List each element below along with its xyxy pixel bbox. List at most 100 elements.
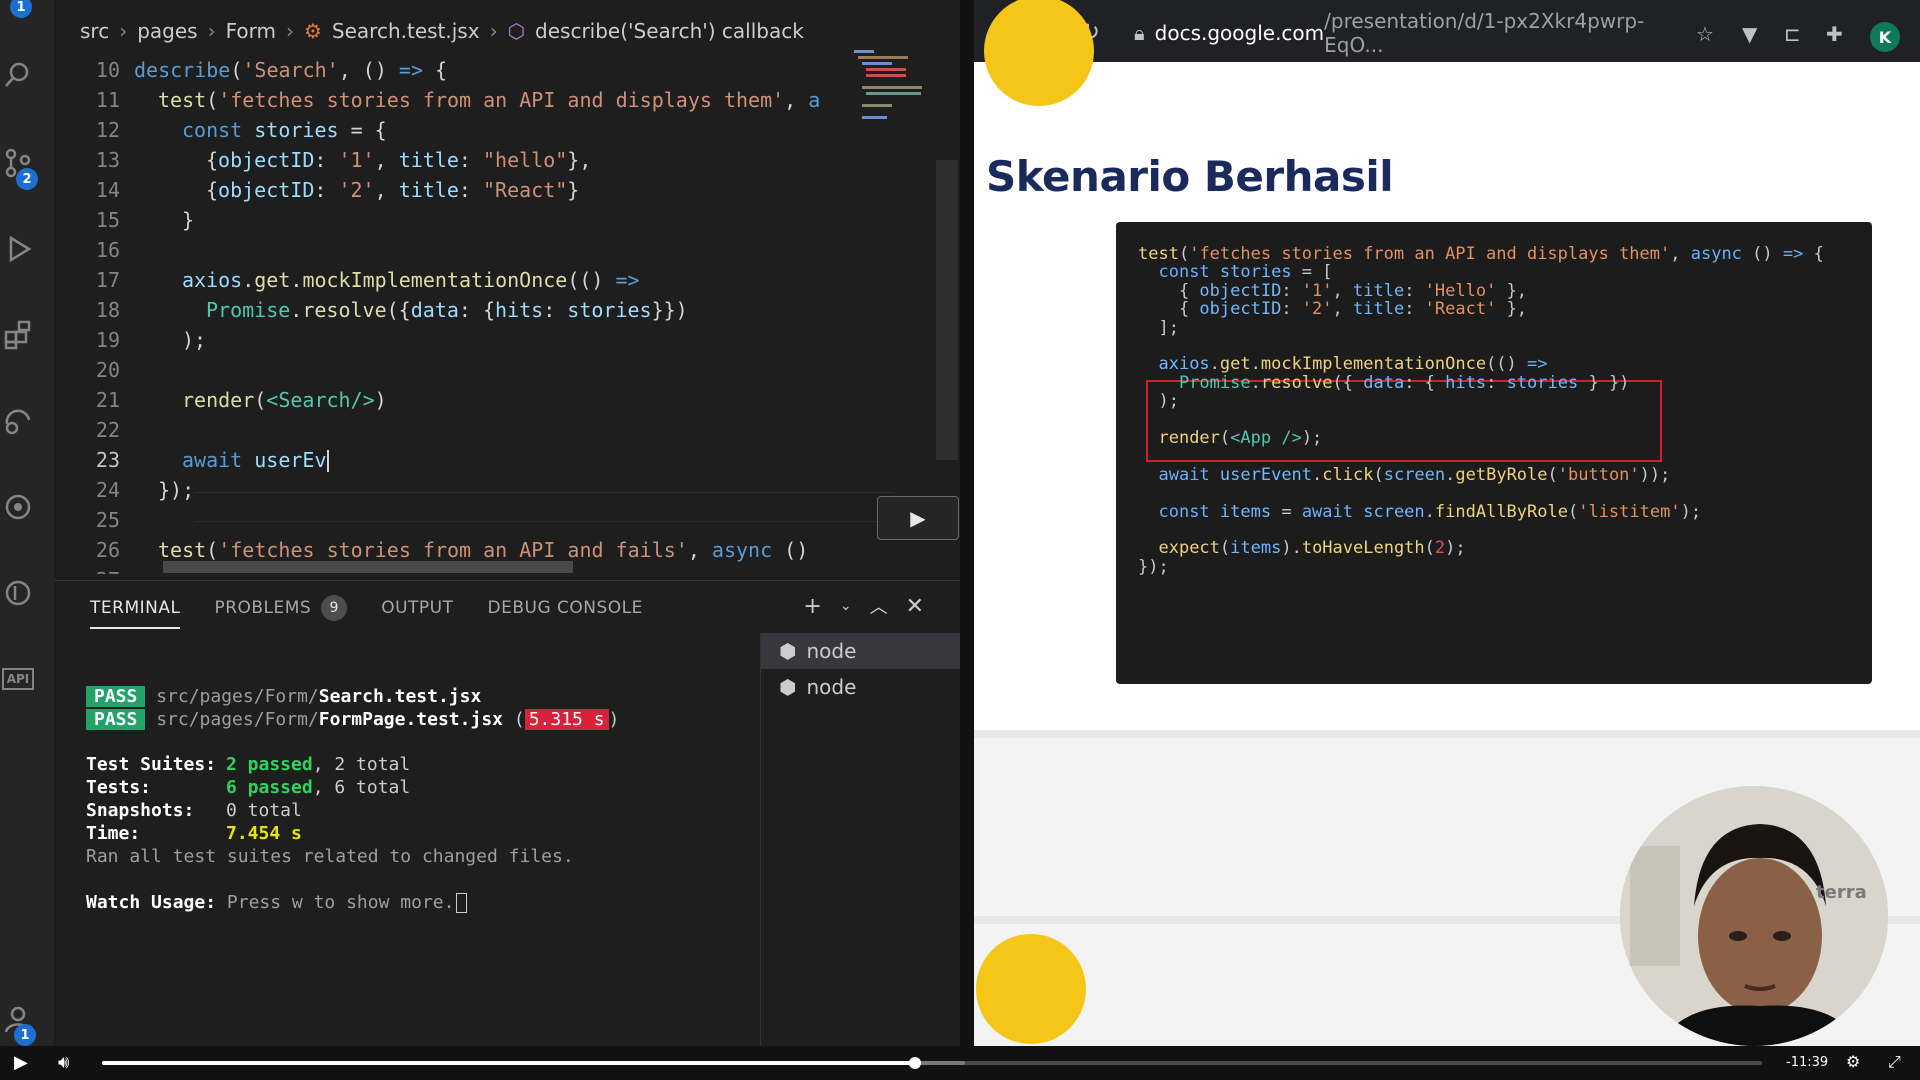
code-token: mockImplementationOnce bbox=[302, 268, 568, 292]
slide-code-token: axios bbox=[1158, 354, 1210, 375]
terminal-item-node[interactable]: ⬢ node bbox=[761, 669, 960, 705]
line-number: 11 bbox=[95, 88, 120, 112]
code-token: resolve bbox=[302, 298, 387, 322]
seek-bar[interactable] bbox=[102, 1057, 1762, 1069]
profile-avatar[interactable]: K bbox=[1870, 22, 1900, 52]
terminal-item-node[interactable]: ⬢ node bbox=[761, 633, 960, 669]
extension-v-icon[interactable]: ▼ bbox=[1742, 22, 1757, 46]
line-number: 13 bbox=[95, 148, 120, 172]
file2-name: FormPage.test.jsx bbox=[318, 709, 503, 730]
tests-passed: 6 passed bbox=[226, 777, 313, 798]
code-line[interactable]: 19); bbox=[54, 325, 960, 355]
code-line[interactable]: 10 describe('Search', () => { bbox=[54, 55, 960, 85]
slide-code-token: }, bbox=[1496, 299, 1528, 320]
code-line[interactable]: 16 bbox=[54, 235, 960, 265]
kubernetes-icon[interactable] bbox=[0, 486, 36, 528]
code-line[interactable]: 12 const stories = { bbox=[54, 115, 960, 145]
breadcrumb-item-file[interactable]: Search.test.jsx bbox=[332, 19, 480, 43]
code-token: . bbox=[290, 268, 303, 292]
video-play-button[interactable]: ▶ bbox=[877, 496, 959, 540]
slide-code-token: { bbox=[1138, 299, 1200, 320]
fullscreen-icon[interactable]: ⤢ bbox=[1888, 1052, 1901, 1072]
new-terminal-icon[interactable]: + bbox=[803, 594, 821, 619]
code-line[interactable]: 11 test('fetches stories from an API and … bbox=[54, 85, 960, 115]
code-line[interactable]: 20 bbox=[54, 355, 960, 385]
run-debug-icon[interactable] bbox=[0, 228, 36, 270]
extensions-puzzle-icon[interactable]: ✚ bbox=[1826, 22, 1843, 46]
code-line[interactable]: 23 await userEv bbox=[54, 445, 960, 475]
code-line[interactable]: 15} bbox=[54, 205, 960, 235]
slide-code-token: { bbox=[1803, 244, 1824, 264]
code-token: hits bbox=[495, 298, 544, 322]
code-token: : bbox=[314, 178, 339, 202]
code-text: } bbox=[182, 208, 194, 232]
slide-divider bbox=[974, 730, 1920, 738]
code-token: const bbox=[182, 118, 255, 142]
search-icon[interactable] bbox=[0, 54, 36, 96]
code-line[interactable]: 24}); bbox=[54, 475, 960, 505]
tab-problems[interactable]: PROBLEMS 9 bbox=[214, 595, 348, 621]
code-line[interactable]: 25 bbox=[54, 505, 960, 535]
address-bar[interactable]: 🔒︎ docs.google.com/presentation/d/1-px2X… bbox=[1134, 9, 1694, 57]
slide-code-token: objectID bbox=[1199, 280, 1282, 301]
slide-code-token: screen bbox=[1383, 464, 1446, 485]
code-token: : bbox=[543, 298, 568, 322]
remote-explorer-icon[interactable] bbox=[0, 400, 36, 442]
text-cursor bbox=[326, 450, 329, 473]
code-editor[interactable]: 10 describe('Search', () => {11 test('fetc… bbox=[54, 52, 960, 574]
terminal-output[interactable]: PASS src/pages/Form/Search.test.jsx PASS… bbox=[86, 685, 786, 1025]
line-number: 24 bbox=[95, 478, 120, 502]
tab-output[interactable]: OUTPUT bbox=[381, 595, 453, 621]
breadcrumb-item-symbol[interactable]: describe('Search') callback bbox=[535, 19, 804, 43]
api-icon[interactable]: API bbox=[0, 658, 36, 700]
breadcrumb-item-src[interactable]: src bbox=[80, 19, 109, 43]
line-number: 12 bbox=[95, 118, 120, 142]
volume-icon[interactable]: 🔊︎ bbox=[58, 1052, 69, 1073]
horizontal-scrollbar[interactable] bbox=[163, 561, 573, 573]
code-token: => bbox=[615, 268, 640, 292]
slide-code-token: get bbox=[1219, 354, 1251, 375]
slide-code-token: } }) bbox=[1578, 372, 1630, 393]
extensions-icon[interactable] bbox=[0, 314, 36, 356]
editor-scrollbar[interactable] bbox=[936, 160, 958, 460]
code-line[interactable]: 21 render(<Search/>) bbox=[54, 385, 960, 415]
watch-usage-text: Press w to show more. bbox=[226, 892, 455, 913]
minimap[interactable] bbox=[852, 48, 937, 128]
slide-code-token: await bbox=[1301, 501, 1364, 522]
slide-code-token: }); bbox=[1138, 556, 1169, 577]
close-panel-icon[interactable]: ✕ bbox=[906, 594, 924, 619]
code-line[interactable]: 22 bbox=[54, 415, 960, 445]
code-line[interactable]: 18 Promise.resolve({data: {hits: stories}… bbox=[54, 295, 960, 325]
extension-ci-icon[interactable]: ⊏ bbox=[1784, 22, 1801, 46]
slide-code-token: const bbox=[1158, 501, 1220, 522]
seek-thumb[interactable] bbox=[909, 1057, 922, 1069]
settings-gear-icon[interactable]: ⚙ bbox=[1846, 1052, 1860, 1071]
play-icon[interactable]: ▶ bbox=[14, 1052, 28, 1073]
slide-code-token: test bbox=[1138, 244, 1179, 264]
slide-code-token: title bbox=[1353, 280, 1405, 301]
bottom-panel: TERMINAL PROBLEMS 9 OUTPUT DEBUG CONSOLE … bbox=[54, 580, 960, 1046]
suites-passed: 2 passed bbox=[226, 754, 313, 775]
slide-code-token: ( bbox=[1424, 538, 1435, 559]
chevron-down-icon[interactable]: ⌄ bbox=[840, 598, 852, 614]
symbol-method-icon: ⬡ bbox=[507, 19, 526, 43]
code-token: "React" bbox=[483, 178, 568, 202]
code-line[interactable]: 17 axios.get.mockImplementationOnce(() => bbox=[54, 265, 960, 295]
tab-terminal[interactable]: TERMINAL bbox=[90, 595, 181, 629]
code-line[interactable]: 14 {objectID: '2', title: "React"} bbox=[54, 175, 960, 205]
breadcrumb-item-form[interactable]: Form bbox=[226, 19, 276, 43]
slide-code-token: '1' bbox=[1301, 280, 1333, 301]
code-token: }, bbox=[567, 148, 592, 172]
slide-code-token: 'fetches stories from an API and display… bbox=[1189, 244, 1671, 264]
slide-code-token: stories bbox=[1506, 372, 1579, 393]
code-line[interactable]: 13 {objectID: '1', title: "hello"}, bbox=[54, 145, 960, 175]
slide-code-token: items bbox=[1230, 538, 1282, 559]
lock-icon: 🔒︎ bbox=[1134, 21, 1145, 45]
line-number: 22 bbox=[95, 418, 120, 442]
slide-code-token: )); bbox=[1639, 464, 1671, 485]
bookmark-star-icon[interactable]: ☆ bbox=[1696, 22, 1714, 46]
maximize-panel-icon[interactable]: ︿ bbox=[870, 593, 888, 619]
timeline-icon[interactable] bbox=[0, 572, 36, 614]
breadcrumb-item-pages[interactable]: pages bbox=[137, 19, 197, 43]
tab-debug-console[interactable]: DEBUG CONSOLE bbox=[488, 595, 643, 621]
